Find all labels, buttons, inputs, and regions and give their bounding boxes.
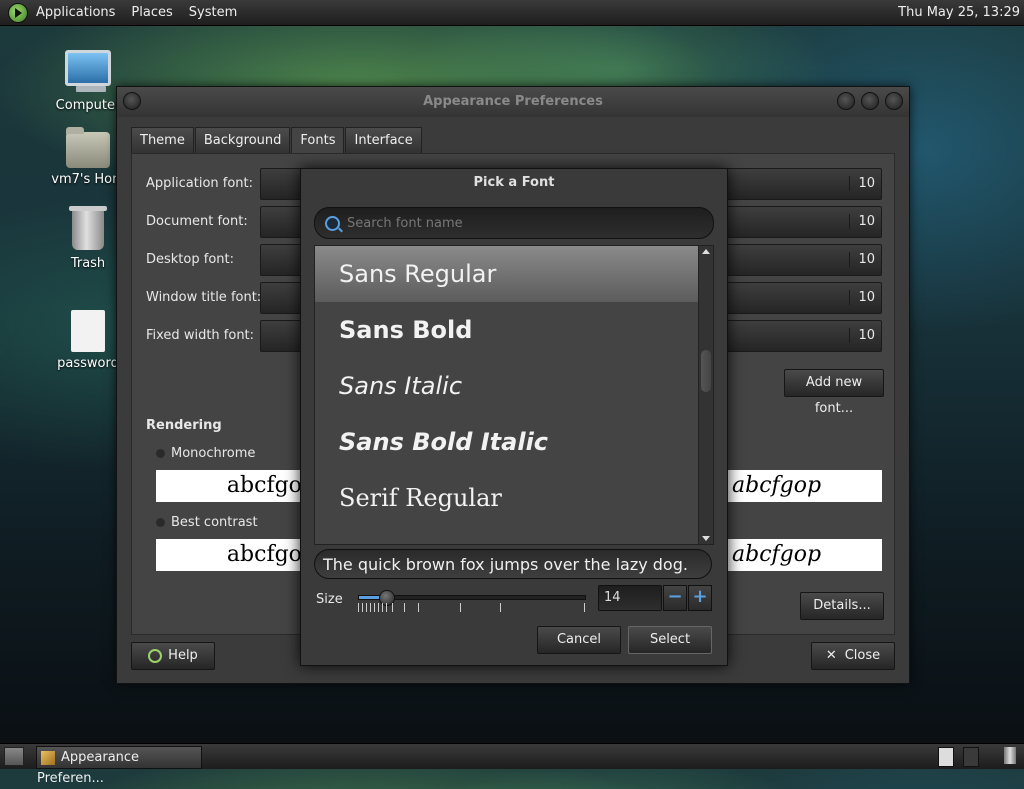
size-label: Size bbox=[316, 592, 343, 607]
tab-background[interactable]: Background bbox=[194, 127, 291, 154]
plus-icon: + bbox=[692, 586, 708, 607]
best-contrast-preview-left: abcfgop bbox=[156, 539, 316, 571]
slider-tick bbox=[374, 603, 375, 612]
font-sample-preview[interactable]: The quick brown fox jumps over the lazy … bbox=[314, 549, 712, 579]
size-input[interactable] bbox=[599, 586, 656, 608]
font-list-scrollbar[interactable] bbox=[698, 245, 714, 545]
font-row-label: Window title font: bbox=[146, 290, 262, 305]
help-button[interactable]: Help bbox=[131, 642, 215, 670]
dialog-title: Pick a Font bbox=[473, 175, 555, 190]
font-list[interactable]: Sans Regular Sans Bold Sans Italic Sans … bbox=[314, 245, 700, 545]
main-menu-logo-icon[interactable] bbox=[8, 2, 28, 23]
slider-tick bbox=[366, 603, 367, 612]
cancel-button[interactable]: Cancel bbox=[537, 626, 621, 654]
minus-icon: − bbox=[667, 586, 683, 607]
trash-applet-icon[interactable] bbox=[1004, 747, 1016, 764]
top-panel: Applications Places System Thu May 25, 1… bbox=[0, 0, 1024, 26]
size-spinbox[interactable] bbox=[598, 585, 662, 611]
clock[interactable]: Thu May 25, 13:29 bbox=[898, 5, 1020, 20]
font-size-value: 10 bbox=[849, 252, 875, 267]
close-icon: ✕ bbox=[825, 648, 837, 663]
home-folder-icon bbox=[66, 127, 110, 168]
trash-icon bbox=[69, 206, 107, 250]
font-search-box[interactable] bbox=[314, 207, 714, 239]
slider-tick bbox=[460, 603, 461, 612]
details-button[interactable]: Details... bbox=[800, 592, 884, 620]
font-row-label: Fixed width font: bbox=[146, 328, 255, 343]
font-item-sans-regular[interactable]: Sans Regular bbox=[315, 246, 699, 302]
scroll-up-icon[interactable] bbox=[702, 249, 710, 254]
maximize-icon[interactable] bbox=[861, 92, 879, 110]
preview-text: abcfgop bbox=[732, 473, 822, 498]
slider-tick bbox=[382, 603, 383, 612]
font-row-label: Application font: bbox=[146, 176, 254, 191]
slider-tick bbox=[418, 603, 419, 612]
slider-tick bbox=[500, 603, 501, 612]
taskbar-item-appearance[interactable]: Appearance Preferen... bbox=[36, 746, 202, 786]
font-item-sans-bold-italic[interactable]: Sans Bold Italic bbox=[315, 414, 699, 470]
rendering-heading: Rendering bbox=[146, 418, 222, 433]
radio-button[interactable] bbox=[156, 449, 165, 458]
font-item-serif-regular[interactable]: Serif Regular bbox=[315, 470, 699, 526]
minimize-icon[interactable] bbox=[837, 92, 855, 110]
monochrome-preview-left: abcfgop bbox=[156, 470, 316, 502]
radio-label: Best contrast bbox=[171, 515, 258, 530]
slider-tick bbox=[404, 603, 405, 612]
radio-button[interactable] bbox=[156, 518, 165, 527]
slider-tick bbox=[584, 603, 585, 612]
slider-tick bbox=[358, 603, 359, 612]
tab-theme[interactable]: Theme bbox=[131, 127, 194, 154]
slider-tick bbox=[392, 603, 393, 612]
increase-size-button[interactable]: + bbox=[688, 585, 712, 611]
font-size-value: 10 bbox=[849, 328, 875, 343]
scroll-thumb[interactable] bbox=[701, 350, 711, 392]
computer-icon bbox=[65, 50, 111, 92]
show-desktop-icon[interactable] bbox=[4, 747, 24, 766]
scroll-down-icon[interactable] bbox=[702, 536, 710, 541]
font-size-value: 10 bbox=[849, 214, 875, 229]
best-contrast-preview-right: abcfgop bbox=[728, 539, 882, 571]
tab-fonts[interactable]: Fonts bbox=[291, 127, 345, 154]
slider-tick bbox=[378, 603, 379, 612]
tab-interface[interactable]: Interface bbox=[345, 127, 422, 154]
font-size-value: 10 bbox=[849, 290, 875, 305]
slider-tick bbox=[362, 603, 363, 612]
search-icon bbox=[325, 216, 340, 231]
window-titlebar[interactable]: Appearance Preferences bbox=[117, 87, 909, 117]
close-button[interactable]: ✕ Close bbox=[811, 642, 895, 670]
pick-font-dialog: Pick a Font Sans Regular Sans Bold Sans … bbox=[300, 168, 728, 666]
slider-tick bbox=[386, 603, 387, 612]
bottom-panel: Appearance Preferen... bbox=[0, 743, 1024, 786]
size-slider-ticks bbox=[358, 603, 585, 613]
font-size-value: 10 bbox=[849, 176, 875, 191]
decrease-size-button[interactable]: − bbox=[663, 585, 687, 611]
help-label: Help bbox=[168, 648, 198, 663]
menu-places[interactable]: Places bbox=[131, 5, 172, 20]
help-icon bbox=[148, 648, 163, 663]
font-item-sans-bold[interactable]: Sans Bold bbox=[315, 302, 699, 358]
select-button[interactable]: Select bbox=[628, 626, 712, 654]
workspace-2-icon[interactable] bbox=[963, 747, 979, 767]
font-item-sans-italic[interactable]: Sans Italic bbox=[315, 358, 699, 414]
add-new-font-button[interactable]: Add new font... bbox=[784, 369, 884, 416]
best-contrast-option[interactable]: Best contrast bbox=[156, 515, 258, 530]
window-title: Appearance Preferences bbox=[423, 94, 603, 109]
preview-text: abcfgop bbox=[732, 542, 822, 567]
close-window-icon[interactable] bbox=[885, 92, 903, 110]
slider-tick bbox=[370, 603, 371, 612]
font-search-input[interactable] bbox=[345, 213, 699, 233]
close-label: Close bbox=[844, 648, 881, 663]
font-row-label: Desktop font: bbox=[146, 252, 234, 267]
menu-applications[interactable]: Applications bbox=[36, 5, 115, 20]
file-icon bbox=[71, 310, 105, 352]
workspace-1-icon[interactable] bbox=[938, 747, 954, 767]
monochrome-preview-right: abcfgop bbox=[728, 470, 882, 502]
monochrome-option[interactable]: Monochrome bbox=[156, 446, 255, 461]
radio-label: Monochrome bbox=[171, 446, 256, 461]
appearance-app-icon bbox=[41, 750, 55, 765]
menu-system[interactable]: System bbox=[189, 5, 237, 20]
font-row-label: Document font: bbox=[146, 214, 248, 229]
size-slider[interactable] bbox=[358, 590, 586, 606]
tab-bar: Theme Background Fonts Interface bbox=[131, 127, 423, 154]
